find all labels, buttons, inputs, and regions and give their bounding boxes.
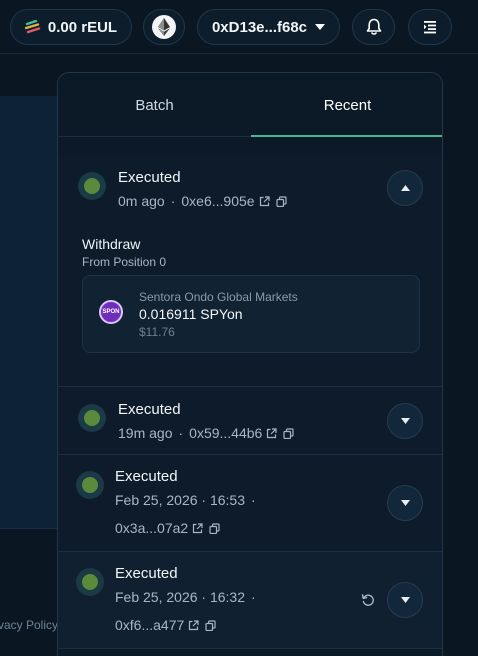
expand-button[interactable] bbox=[387, 582, 423, 618]
retry-icon[interactable] bbox=[361, 593, 375, 612]
transaction-status: Executed bbox=[118, 169, 181, 186]
transaction-hash-link[interactable]: 0xe6...905e bbox=[181, 193, 270, 209]
transaction-hash: 0x59...44b6 bbox=[189, 425, 263, 441]
status-icon bbox=[76, 471, 104, 499]
panel-tabs: Batch Recent bbox=[58, 73, 442, 137]
reul-token-icon bbox=[24, 20, 41, 34]
transaction-item: Executed 0m ago · 0xe6...905e Withdraw F… bbox=[58, 155, 442, 387]
caret-down-icon bbox=[315, 24, 326, 30]
external-link-icon bbox=[188, 619, 199, 631]
spyon-token-icon: SPON bbox=[99, 300, 123, 324]
external-link-icon bbox=[259, 195, 270, 207]
separator-dot: · bbox=[170, 193, 176, 209]
status-icon bbox=[78, 172, 106, 200]
transaction-time: Feb 25, 2026 · 16:32 bbox=[115, 589, 245, 605]
asset-amount: 0.016911 SPYon bbox=[139, 306, 243, 322]
transaction-hash-link[interactable]: 0x59...44b6 bbox=[189, 425, 277, 441]
transaction-status: Executed bbox=[118, 401, 181, 418]
expand-button[interactable] bbox=[387, 485, 423, 521]
asset-usd-value: $11.76 bbox=[139, 325, 175, 339]
notifications-button[interactable] bbox=[352, 9, 395, 45]
caret-down-icon bbox=[400, 500, 410, 506]
transaction-time: 0m ago bbox=[118, 193, 165, 209]
separator-dot: · bbox=[251, 589, 256, 605]
wallet-address-button[interactable]: 0xD13e...f68c bbox=[197, 9, 340, 45]
transaction-hash: 0xf6...a477 bbox=[115, 617, 185, 633]
transaction-meta: Feb 25, 2026 · 16:32 · bbox=[115, 589, 256, 605]
copy-icon[interactable] bbox=[205, 619, 216, 631]
status-icon bbox=[78, 404, 106, 432]
privacy-policy-link[interactable]: Privacy Policy bbox=[0, 618, 58, 632]
collapse-button[interactable] bbox=[387, 170, 423, 206]
background-content bbox=[0, 96, 58, 528]
privacy-link-wrap: Privacy Policy bbox=[0, 618, 58, 634]
top-bar: 0.00 rEUL 0xD13e...f68c bbox=[0, 0, 478, 54]
transaction-time: Feb 25, 2026 · 16:53 bbox=[115, 492, 245, 508]
active-tab-indicator bbox=[251, 135, 442, 137]
transaction-item: Executed Feb 25, 2026 · 16:53 · 0x3a...0… bbox=[58, 455, 442, 552]
action-subtitle: From Position 0 bbox=[82, 255, 167, 269]
copy-icon[interactable] bbox=[209, 522, 220, 534]
copy-icon[interactable] bbox=[283, 427, 294, 439]
transaction-hash-row: 0x3a...07a2 bbox=[115, 520, 220, 536]
tab-batch[interactable]: Batch bbox=[58, 73, 251, 137]
menu-icon bbox=[422, 20, 438, 34]
transaction-list: Executed 0m ago · 0xe6...905e Withdraw F… bbox=[58, 155, 442, 649]
separator-dot: · bbox=[178, 425, 184, 441]
divider bbox=[0, 528, 58, 529]
network-button[interactable] bbox=[143, 9, 185, 45]
transaction-status: Executed bbox=[115, 565, 178, 582]
transaction-meta: 19m ago · 0x59...44b6 bbox=[118, 425, 294, 441]
caret-up-icon bbox=[400, 185, 410, 191]
transaction-item: Executed 19m ago · 0x59...44b6 bbox=[58, 387, 442, 455]
transaction-item: Executed Feb 25, 2026 · 16:32 · 0xf6...a… bbox=[58, 552, 442, 649]
action-title: Withdraw bbox=[82, 236, 141, 252]
caret-down-icon bbox=[400, 418, 410, 424]
tab-recent[interactable]: Recent bbox=[251, 73, 442, 137]
asset-name: Sentora Ondo Global Markets bbox=[139, 290, 298, 304]
transaction-meta: Feb 25, 2026 · 16:53 · bbox=[115, 492, 256, 508]
transaction-status: Executed bbox=[115, 468, 178, 485]
status-icon bbox=[76, 568, 104, 596]
copy-icon[interactable] bbox=[275, 195, 287, 207]
bell-icon bbox=[366, 18, 382, 36]
balance-button[interactable]: 0.00 rEUL bbox=[10, 9, 132, 45]
wallet-address: 0xD13e...f68c bbox=[211, 18, 308, 36]
external-link-icon bbox=[266, 427, 277, 439]
app-page: 0.00 rEUL 0xD13e...f68c vacy Policy Batc… bbox=[0, 0, 478, 656]
transactions-panel: Batch Recent Executed 0m ago · 0xe6...90… bbox=[57, 72, 443, 656]
transaction-hash-row: 0xf6...a477 bbox=[115, 617, 216, 633]
separator-dot: · bbox=[251, 492, 256, 508]
external-link-icon bbox=[192, 522, 203, 534]
transaction-hash-link[interactable]: 0xf6...a477 bbox=[115, 617, 199, 633]
asset-card: SPON Sentora Ondo Global Markets 0.01691… bbox=[82, 275, 420, 353]
ethereum-icon bbox=[152, 15, 176, 39]
balance-text: 0.00 rEUL bbox=[47, 18, 118, 36]
transaction-hash-link[interactable]: 0x3a...07a2 bbox=[115, 520, 203, 536]
expand-button[interactable] bbox=[387, 403, 423, 439]
transaction-hash: 0x3a...07a2 bbox=[115, 520, 189, 536]
menu-button[interactable] bbox=[408, 9, 452, 45]
transaction-hash: 0xe6...905e bbox=[181, 193, 255, 209]
transaction-meta: 0m ago · 0xe6...905e bbox=[118, 193, 287, 209]
caret-down-icon bbox=[400, 597, 410, 603]
transaction-time: 19m ago bbox=[118, 425, 173, 441]
